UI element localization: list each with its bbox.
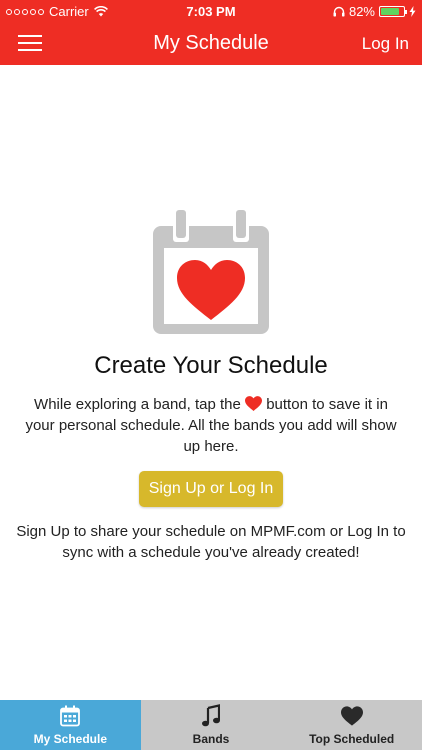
tab-my-schedule[interactable]: My Schedule bbox=[0, 700, 141, 750]
description-part-1: While exploring a band, tap the bbox=[34, 396, 241, 413]
calendar-heart-icon bbox=[153, 210, 269, 334]
music-note-icon bbox=[202, 704, 220, 727]
tab-label: My Schedule bbox=[33, 732, 108, 746]
battery-tip bbox=[405, 10, 407, 14]
empty-state: Create Your Schedule While exploring a b… bbox=[0, 210, 422, 563]
heart-icon bbox=[245, 396, 263, 411]
calendar-icon bbox=[60, 705, 81, 727]
page-title: My Schedule bbox=[153, 32, 269, 54]
status-bar: Carrier 7:03 PM 82% bbox=[0, 0, 422, 22]
menu-line bbox=[18, 49, 42, 51]
charging-bolt-icon bbox=[409, 6, 416, 17]
battery-icon bbox=[379, 6, 407, 17]
heart-icon bbox=[340, 706, 363, 726]
description: While exploring a band, tap the button t… bbox=[21, 394, 401, 457]
tab-bands[interactable]: Bands bbox=[141, 700, 282, 750]
hamburger-menu-icon[interactable] bbox=[18, 32, 44, 54]
battery-fill bbox=[381, 8, 400, 15]
signup-description: Sign Up to share your schedule on MPMF.c… bbox=[16, 523, 406, 561]
nav-bar: My Schedule Log In bbox=[0, 22, 422, 65]
menu-line bbox=[18, 35, 42, 37]
status-right: 82% bbox=[333, 4, 416, 19]
tab-bar: My Schedule Bands Top Scheduled bbox=[0, 700, 422, 750]
login-link[interactable]: Log In bbox=[362, 34, 409, 54]
menu-line bbox=[18, 42, 42, 44]
headline: Create Your Schedule bbox=[94, 352, 328, 379]
tab-label: Bands bbox=[192, 732, 230, 746]
battery-percent: 82% bbox=[348, 4, 375, 19]
tab-label: Top Scheduled bbox=[309, 732, 395, 746]
signup-login-button[interactable]: Sign Up or Log In bbox=[138, 471, 284, 507]
headphones-icon bbox=[333, 6, 345, 17]
tab-top-scheduled[interactable]: Top Scheduled bbox=[281, 700, 422, 750]
